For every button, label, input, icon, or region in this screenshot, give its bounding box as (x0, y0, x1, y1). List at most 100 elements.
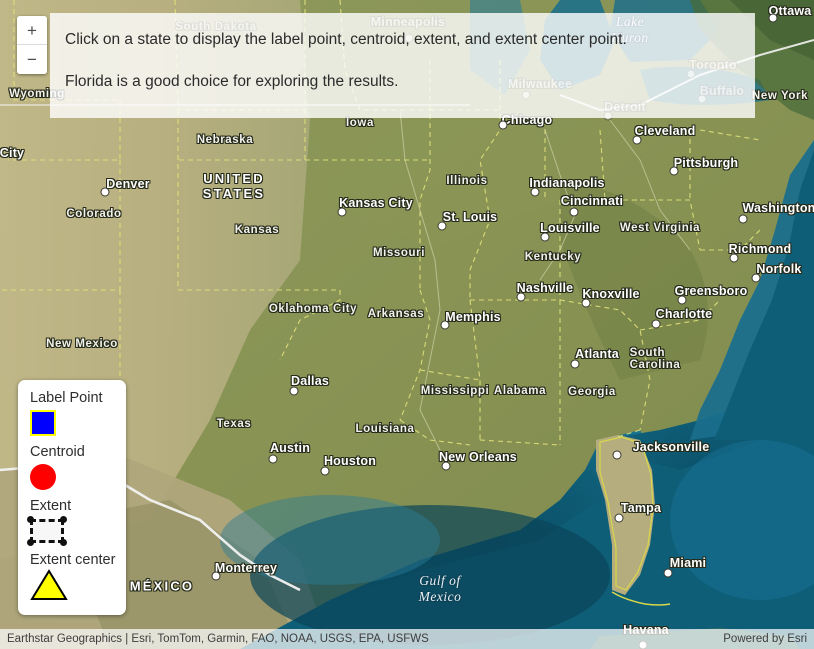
map-label-state: Arkansas (367, 308, 425, 320)
legend-item-extent: Extent (27, 497, 126, 546)
city-marker-dot (540, 232, 550, 242)
legend-symbol-extent-center (30, 569, 126, 601)
city-marker-dot (729, 253, 739, 263)
map-label-city: Kansas City (339, 196, 413, 210)
map-label-city: Norfolk (756, 262, 802, 276)
map-label-state: Kentucky (524, 251, 582, 263)
city-marker-dot (337, 207, 347, 217)
city-marker-dot (612, 450, 622, 460)
legend-item-label-point: Label Point (30, 389, 126, 438)
legend-item-centroid: Centroid (30, 443, 126, 492)
instruction-banner: Click on a state to display the label po… (50, 13, 755, 118)
map-label-city: New Orleans (439, 450, 517, 464)
map-label-state: South Carolina (629, 347, 681, 371)
map-label-city: Denver (106, 177, 150, 191)
city-marker-dot (751, 273, 761, 283)
map-label-state: Iowa (346, 117, 374, 129)
city-marker-dot (570, 359, 580, 369)
city-marker-dot (530, 187, 540, 197)
map-label-city: Jacksonville (632, 440, 710, 454)
city-marker-dot (738, 214, 748, 224)
map-label-state: Illinois (446, 175, 488, 187)
city-marker-dot (211, 571, 221, 581)
map-label-city: Louisville (540, 221, 600, 235)
map-label-state: Colorado (66, 208, 122, 220)
zoom-control[interactable]: + − (17, 16, 47, 74)
city-marker-dot (581, 298, 591, 308)
city-marker-dot (437, 221, 447, 231)
map-label-state: West Virginia (619, 222, 701, 234)
map-label-state: New York (751, 90, 809, 102)
map-label-city: Miami (669, 556, 707, 570)
legend-label-label-point: Label Point (30, 390, 103, 406)
blue-square-icon (30, 410, 56, 436)
map-label-city: Austin (269, 441, 311, 455)
map-label-city: Charlotte (655, 307, 713, 321)
city-marker-dot (320, 466, 330, 476)
map-label-state: Alabama (493, 385, 547, 397)
city-marker-dot (268, 454, 278, 464)
map-label-city: Knoxville (582, 287, 640, 301)
instruction-line-2: Florida is a good choice for exploring t… (65, 73, 399, 90)
legend-symbol-centroid (30, 462, 126, 492)
legend-symbol-label-point (30, 408, 126, 438)
map-label-city: Dallas (290, 374, 330, 388)
map-label-water: Gulf of Mexico (418, 573, 462, 604)
city-marker-dot (498, 120, 508, 130)
map-label-city: Nashville (516, 281, 574, 295)
instruction-line-1: Click on a state to display the label po… (65, 31, 627, 48)
legend-label-extent-center: Extent center (30, 552, 116, 568)
map-label-city: Atlanta (575, 347, 619, 361)
attribution-bar: Earthstar Geographics | Esri, TomTom, Ga… (0, 629, 814, 649)
city-marker-dot (100, 187, 110, 197)
red-circle-icon (30, 464, 56, 490)
legend-label-extent: Extent (30, 498, 72, 514)
legend-item-extent-center: Extent center (30, 551, 126, 600)
city-marker-dot (768, 13, 778, 23)
dashed-rectangle-icon (27, 516, 67, 546)
city-marker-dot (289, 386, 299, 396)
city-marker-dot (441, 461, 451, 471)
map-label-city: Indianapolis (529, 176, 605, 190)
city-marker-dot (516, 292, 526, 302)
city-marker-dot (669, 166, 679, 176)
map-label-state: Georgia (568, 386, 616, 398)
yellow-triangle-icon (30, 569, 68, 601)
legend-panel: Label Point Centroid Extent Extent cente… (18, 380, 126, 615)
powered-by-esri[interactable]: Powered by Esri (723, 633, 807, 645)
map-label-state: Nebraska (196, 134, 254, 146)
map-label-city: Richmond (728, 242, 792, 256)
map-label-country: UNITED STATES (202, 171, 266, 201)
map-label-state: Oklahoma City (268, 303, 358, 315)
city-marker-dot (440, 320, 450, 330)
map-label-state: Kansas (234, 224, 280, 236)
legend-symbol-extent (27, 516, 126, 546)
map-label-state: New Mexico (46, 338, 118, 350)
map-label-city: Washington (742, 201, 814, 215)
city-marker-dot (663, 568, 673, 578)
map-label-city: Houston (323, 454, 377, 468)
map-application: UNITEDSTATESMÉXICOSouth DakotaWyomingNeb… (0, 0, 814, 649)
city-marker-dot (677, 295, 687, 305)
city-marker-dot (569, 207, 579, 217)
map-label-city: Memphis (445, 310, 501, 324)
map-label-city: Cleveland (634, 124, 696, 138)
zoom-out-button[interactable]: − (17, 45, 47, 74)
map-label-city: City (0, 146, 25, 160)
city-marker-dot (614, 513, 624, 523)
map-label-country: MÉXICO (129, 578, 195, 594)
map-label-state: Texas (216, 418, 252, 430)
city-marker-dot (632, 135, 642, 145)
city-marker-dot (651, 319, 661, 329)
map-label-city: Ottawa (768, 4, 812, 18)
map-label-state: Louisiana (355, 423, 415, 435)
map-label-city: Monterrey (214, 561, 278, 575)
map-label-city: Pittsburgh (673, 156, 739, 170)
map-label-city: Tampa (620, 501, 662, 515)
map-label-city: Greensboro (674, 284, 748, 298)
map-label-city: St. Louis (442, 210, 498, 224)
map-label-city: Cincinnati (560, 194, 624, 208)
attribution-sources: Earthstar Geographics | Esri, TomTom, Ga… (7, 633, 429, 645)
map-label-state: Mississippi (420, 385, 490, 397)
zoom-in-button[interactable]: + (17, 16, 47, 45)
